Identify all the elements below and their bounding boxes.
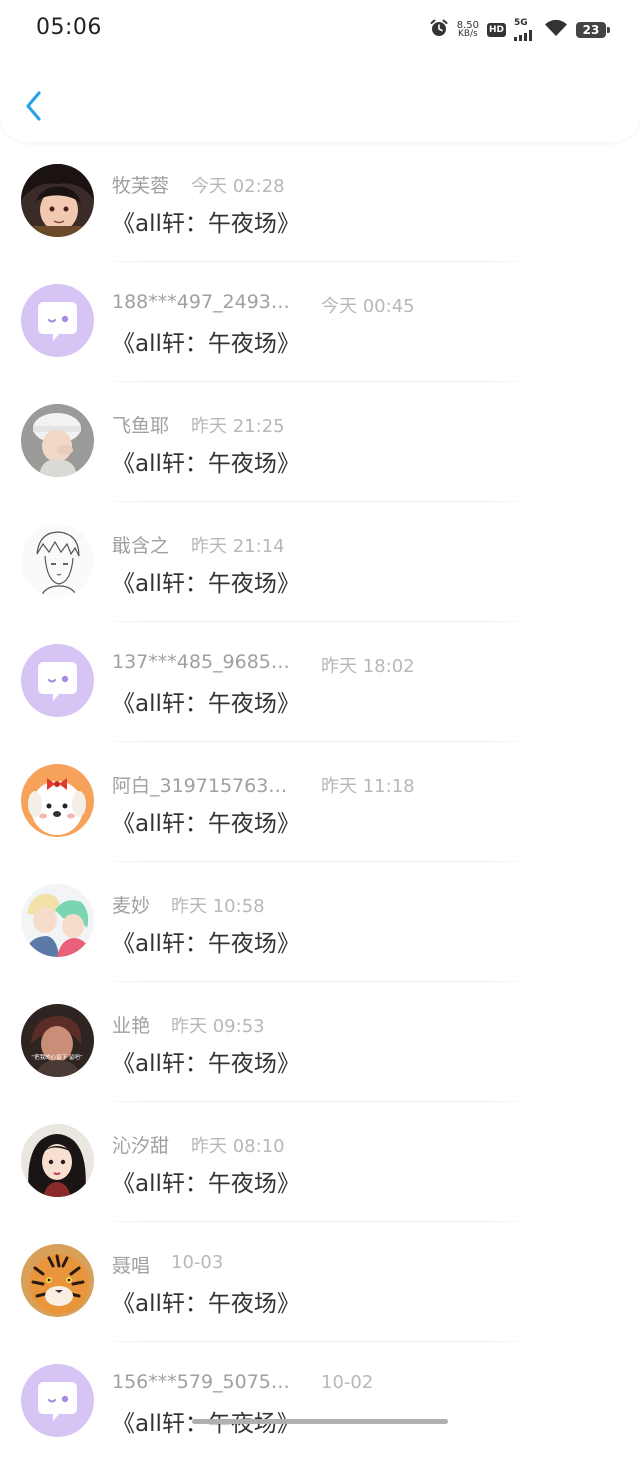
list-item[interactable]: 阿白_319715763… 昨天 11:18 《all轩：午夜场》 — [0, 742, 640, 862]
message-text: 《all轩：午夜场》 — [112, 451, 300, 477]
list-item[interactable]: 聂唱 10-03 《all轩：午夜场》 — [0, 1222, 640, 1342]
avatar[interactable] — [21, 1124, 94, 1197]
timestamp: 10-02 — [321, 1372, 374, 1393]
timestamp: 今天 02:28 — [191, 176, 285, 197]
timestamp: 昨天 08:10 — [191, 1136, 285, 1157]
list-item[interactable]: “把我的心留下 留吧” 业艳 昨天 09:53 《all轩：午夜场》 — [0, 982, 640, 1102]
message-text: 《all轩：午夜场》 — [112, 931, 300, 957]
username: 聂唱 — [112, 1255, 151, 1277]
cellular-signal-icon: 5G — [514, 19, 536, 41]
timestamp: 昨天 09:53 — [171, 1016, 265, 1037]
back-button[interactable] — [20, 86, 50, 126]
avatar[interactable]: “把我的心留下 留吧” — [21, 1004, 94, 1077]
timestamp: 10-03 — [171, 1252, 224, 1273]
timestamp: 今天 00:45 — [321, 296, 415, 317]
message-text: 《all轩：午夜场》 — [112, 571, 300, 597]
timestamp: 昨天 21:25 — [191, 416, 285, 437]
avatar[interactable] — [21, 524, 94, 597]
message-text: 《all轩：午夜场》 — [112, 1291, 300, 1317]
username: 麦妙 — [112, 895, 151, 917]
alarm-icon — [429, 18, 449, 42]
avatar[interactable] — [21, 1364, 94, 1437]
list-item[interactable]: 137***485_9685… 昨天 18:02 《all轩：午夜场》 — [0, 622, 640, 742]
timestamp: 昨天 18:02 — [321, 656, 415, 677]
message-text: 《all轩：午夜场》 — [112, 691, 300, 717]
timestamp: 昨天 21:14 — [191, 536, 285, 557]
chevron-left-icon — [26, 91, 41, 121]
chat-bubble-icon — [21, 284, 94, 357]
message-text: 《all轩：午夜场》 — [112, 811, 300, 837]
avatar[interactable] — [21, 644, 94, 717]
status-icons: 8.50 KB/s HD 5G 23 — [429, 16, 610, 44]
list-item[interactable]: 牧芙蓉 今天 02:28 《all轩：午夜场》 — [0, 142, 640, 262]
message-text: 《all轩：午夜场》 — [112, 211, 300, 237]
username: 牧芙蓉 — [112, 175, 170, 197]
hd-badge: HD — [486, 23, 506, 37]
status-time: 05:06 — [36, 15, 102, 40]
list-item[interactable]: 188***497_2493… 今天 00:45 《all轩：午夜场》 — [0, 262, 640, 382]
battery-icon: 23 — [576, 22, 610, 38]
avatar[interactable] — [21, 884, 94, 957]
home-indicator[interactable] — [192, 1419, 448, 1424]
avatar[interactable] — [21, 404, 94, 477]
network-speed: 8.50 KB/s — [457, 21, 479, 39]
username: 沁汐甜 — [112, 1135, 170, 1157]
list-item[interactable]: 156***579_5075… 10-02 《all轩：午夜场》 — [0, 1342, 640, 1462]
status-bar: 05:06 8.50 KB/s HD 5G 23 — [0, 0, 640, 58]
avatar-caption: “把我的心留下 留吧” — [31, 1053, 83, 1061]
avatar[interactable] — [21, 764, 94, 837]
username: 156***579_5075… — [112, 1371, 290, 1393]
list-item[interactable]: 戢含之 昨天 21:14 《all轩：午夜场》 — [0, 502, 640, 622]
chat-bubble-icon — [21, 1364, 94, 1437]
chat-bubble-icon — [21, 644, 94, 717]
list-item[interactable]: 飞鱼耶 昨天 21:25 《all轩：午夜场》 — [0, 382, 640, 502]
username: 188***497_2493… — [112, 291, 290, 313]
message-text: 《all轩：午夜场》 — [112, 331, 300, 357]
wifi-icon — [544, 19, 568, 41]
username: 飞鱼耶 — [112, 415, 170, 437]
timestamp: 昨天 10:58 — [171, 896, 265, 917]
message-text: 《all轩：午夜场》 — [112, 1051, 300, 1077]
username: 阿白_319715763… — [112, 775, 288, 797]
signal-type-label: 5G — [514, 18, 528, 28]
timestamp: 昨天 11:18 — [321, 776, 415, 797]
battery-level: 23 — [582, 23, 600, 37]
username: 业艳 — [112, 1015, 151, 1037]
avatar[interactable] — [21, 284, 94, 357]
avatar[interactable] — [21, 1244, 94, 1317]
header: 05:06 8.50 KB/s HD 5G 23 — [0, 0, 640, 142]
username: 137***485_9685… — [112, 651, 290, 673]
list-item[interactable]: 麦妙 昨天 10:58 《all轩：午夜场》 — [0, 862, 640, 982]
avatar[interactable] — [21, 164, 94, 237]
network-speed-unit: KB/s — [457, 29, 478, 39]
list-item[interactable]: 沁汐甜 昨天 08:10 《all轩：午夜场》 — [0, 1102, 640, 1222]
message-text: 《all轩：午夜场》 — [112, 1171, 300, 1197]
username: 戢含之 — [112, 535, 170, 557]
